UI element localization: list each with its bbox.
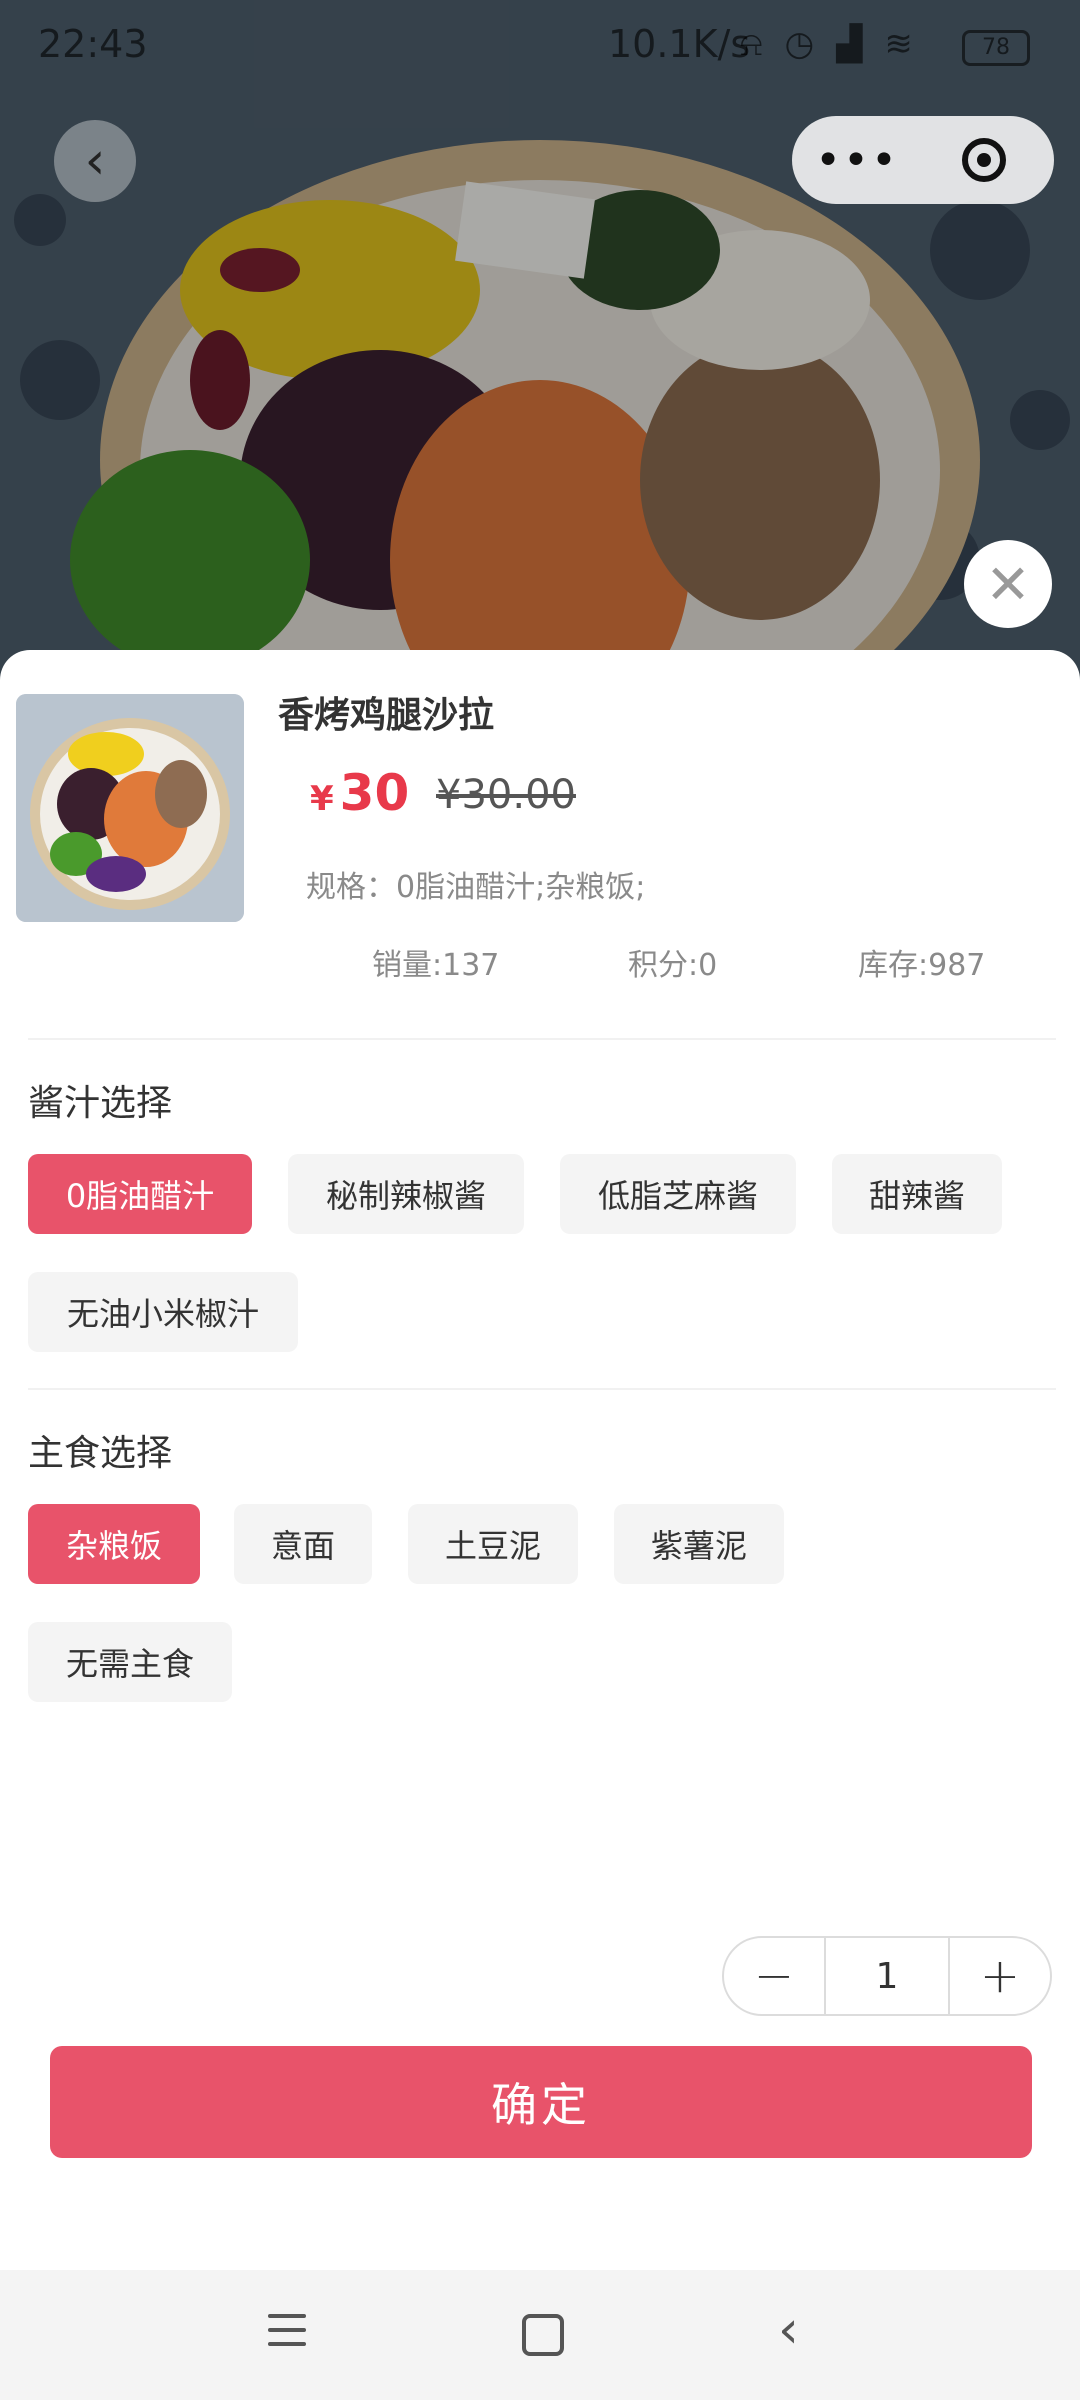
decrease-button[interactable]: − xyxy=(724,1938,824,2014)
status-bar: 22:43 10.1K/s ⍾ ◷ ▟ ≋ 78 xyxy=(0,0,1080,90)
more-icon[interactable]: ••• xyxy=(792,135,922,186)
product-option-page: 22:43 10.1K/s ⍾ ◷ ▟ ≋ 78 ‹ ••• ✕ 香烤鸡腿沙拉 … xyxy=(0,0,1080,2400)
sauce-option-3[interactable]: 甜辣酱 xyxy=(832,1154,1002,1234)
status-time: 22:43 xyxy=(38,22,148,66)
sauce-section-title: 酱汁选择 xyxy=(28,1083,173,1124)
sales-count: 销量:137 xyxy=(372,948,500,983)
nav-back-icon[interactable]: ‹ xyxy=(778,2300,799,2360)
selected-spec: 规格：0脂油醋汁;杂粮饭; xyxy=(306,870,646,905)
status-icons: ⍾ ◷ ▟ ≋ xyxy=(740,24,913,64)
mini-program-capsule: ••• xyxy=(792,116,1054,204)
price-value: 30 xyxy=(339,764,410,822)
sauce-option-4[interactable]: 无油小米椒汁 xyxy=(28,1272,298,1352)
bell-mute-icon: ⍾ xyxy=(740,24,763,64)
currency-symbol: ¥ xyxy=(310,779,334,819)
product-price: ¥30 xyxy=(310,764,409,822)
system-nav-bar: ‹ xyxy=(0,2270,1080,2400)
increase-button[interactable]: + xyxy=(950,1938,1050,2014)
signal-icon: ▟ xyxy=(836,24,863,64)
hero-food-photo xyxy=(0,0,1080,700)
product-thumbnail xyxy=(16,694,244,922)
back-icon: ‹ xyxy=(84,131,106,191)
alarm-icon: ◷ xyxy=(784,24,815,64)
staple-option-4[interactable]: 无需主食 xyxy=(28,1622,232,1702)
divider xyxy=(28,1038,1056,1040)
staple-option-1[interactable]: 意面 xyxy=(234,1504,372,1584)
sauce-option-2[interactable]: 低脂芝麻酱 xyxy=(560,1154,796,1234)
wifi-icon: ≋ xyxy=(884,24,913,64)
battery-indicator: 78 xyxy=(962,30,1030,66)
divider xyxy=(28,1388,1056,1390)
back-button[interactable]: ‹ xyxy=(54,120,136,202)
sauce-option-0[interactable]: 0脂油醋汁 xyxy=(28,1154,252,1234)
quantity-stepper: − 1 + xyxy=(722,1936,1052,2016)
option-sheet: 香烤鸡腿沙拉 ¥30 ¥30.00 规格：0脂油醋汁;杂粮饭; 销量:137 积… xyxy=(0,650,1080,2270)
points: 积分:0 xyxy=(628,948,718,983)
close-button[interactable]: ✕ xyxy=(964,540,1052,628)
network-speed: 10.1K/s xyxy=(608,22,751,66)
staple-option-2[interactable]: 土豆泥 xyxy=(408,1504,578,1584)
close-icon: ✕ xyxy=(985,552,1031,616)
staple-section-title: 主食选择 xyxy=(28,1433,173,1474)
stock-count: 库存:987 xyxy=(858,948,986,983)
staple-option-0[interactable]: 杂粮饭 xyxy=(28,1504,200,1584)
quantity-value[interactable]: 1 xyxy=(824,1938,950,2014)
target-icon[interactable] xyxy=(962,138,1006,182)
original-price: ¥30.00 xyxy=(436,772,576,818)
sauce-option-1[interactable]: 秘制辣椒酱 xyxy=(288,1154,524,1234)
product-name: 香烤鸡腿沙拉 xyxy=(278,695,495,736)
hero-overlay xyxy=(0,0,1080,700)
confirm-button[interactable]: 确定 xyxy=(50,2046,1032,2158)
staple-option-3[interactable]: 紫薯泥 xyxy=(614,1504,784,1584)
menu-icon[interactable] xyxy=(268,2314,306,2356)
home-icon[interactable] xyxy=(522,2314,564,2356)
